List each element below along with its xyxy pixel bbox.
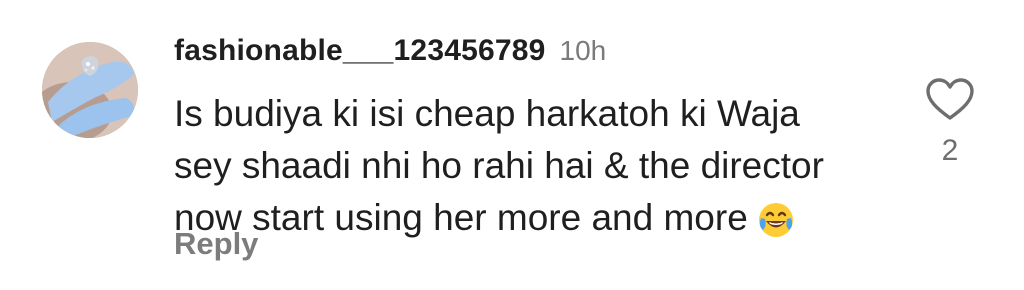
laughing-tears-emoji-icon xyxy=(758,203,793,238)
like-count: 2 xyxy=(941,134,959,167)
reply-button[interactable]: Reply xyxy=(174,226,258,262)
heart-icon[interactable] xyxy=(924,76,976,124)
timestamp: 10h xyxy=(559,35,607,66)
avatar[interactable] xyxy=(42,42,138,138)
comment-text: Is budiya ki isi cheap harkatoh ki Waja … xyxy=(174,88,874,244)
comment-text-segment: now start using her more and more xyxy=(174,197,748,238)
comment-item: fashionable___123456789 10h Is budiya ki… xyxy=(0,0,1024,290)
comment-header: fashionable___123456789 10h xyxy=(174,34,606,78)
comment-text-line: Is budiya ki isi cheap harkatoh ki Waja xyxy=(174,93,800,134)
comment-text-line: now start using her more and more xyxy=(174,192,874,244)
avatar-image xyxy=(42,42,138,138)
username-link[interactable]: fashionable___123456789 xyxy=(174,34,546,68)
comment-text-line: sey shaadi nhi ho rahi hai & the directo… xyxy=(174,145,824,186)
